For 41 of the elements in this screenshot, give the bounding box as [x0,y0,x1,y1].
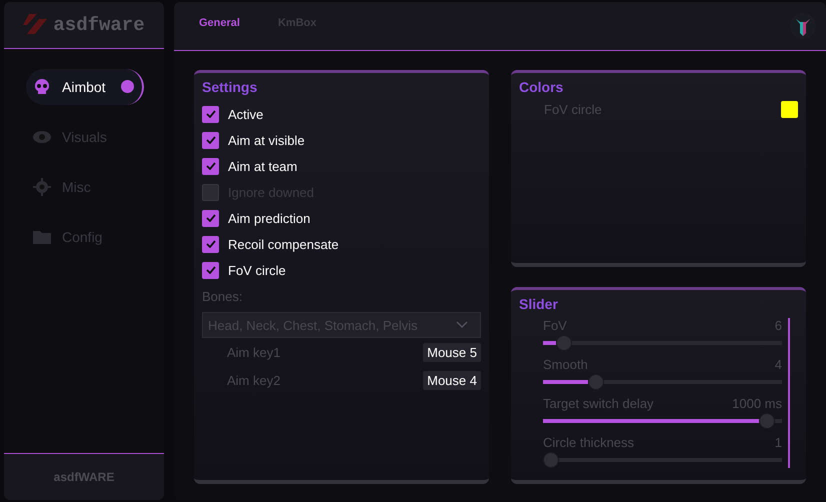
checkbox-label: Aim at team [228,158,298,174]
skull-icon [32,77,52,97]
chevron-down-icon [456,321,468,329]
checkbox[interactable] [202,106,219,122]
check-icon [206,136,216,144]
slider-thumb[interactable] [588,374,604,390]
slider-label: Circle thickness [543,435,634,450]
active-dot [121,80,134,93]
checkbox-label: Recoil compensate [228,236,339,252]
checkbox[interactable] [202,262,219,278]
check-icon [206,240,216,248]
panel-title: Settings [202,79,258,95]
checkbox[interactable] [202,210,219,226]
color-swatch[interactable] [781,101,798,118]
checkbox-label: Aim at visible [228,132,305,148]
checkbox[interactable] [202,158,219,174]
logo-text: asdfware [53,14,145,36]
keybind-button[interactable]: Mouse 4 [423,371,481,390]
check-icon [206,266,216,274]
checkbox-label: Active [228,106,264,122]
panel-title: Slider [519,296,559,312]
slider-thumb[interactable] [543,452,559,468]
slider-fill [543,341,556,345]
keybind-button[interactable]: Mouse 5 [423,343,481,362]
panel-title: Colors [519,79,564,95]
scrollbar[interactable] [788,318,790,468]
logo-icon [23,14,50,36]
slider-fill [543,380,588,384]
check-icon [206,162,216,170]
check-icon [206,110,216,118]
checkbox-label: FoV circle [228,262,286,278]
slider-value: 1 [774,435,782,450]
check-icon [206,214,216,222]
checkbox-label: Aim prediction [228,210,310,226]
checkbox[interactable] [202,132,219,148]
checkbox[interactable] [202,236,219,252]
slider-thumb[interactable] [759,413,776,429]
footer-brand: asdfWARE [54,470,114,484]
sidebar-item[interactable]: Aimbot [26,69,144,105]
tab[interactable]: General [199,2,240,50]
slider-thumb[interactable] [556,335,572,351]
